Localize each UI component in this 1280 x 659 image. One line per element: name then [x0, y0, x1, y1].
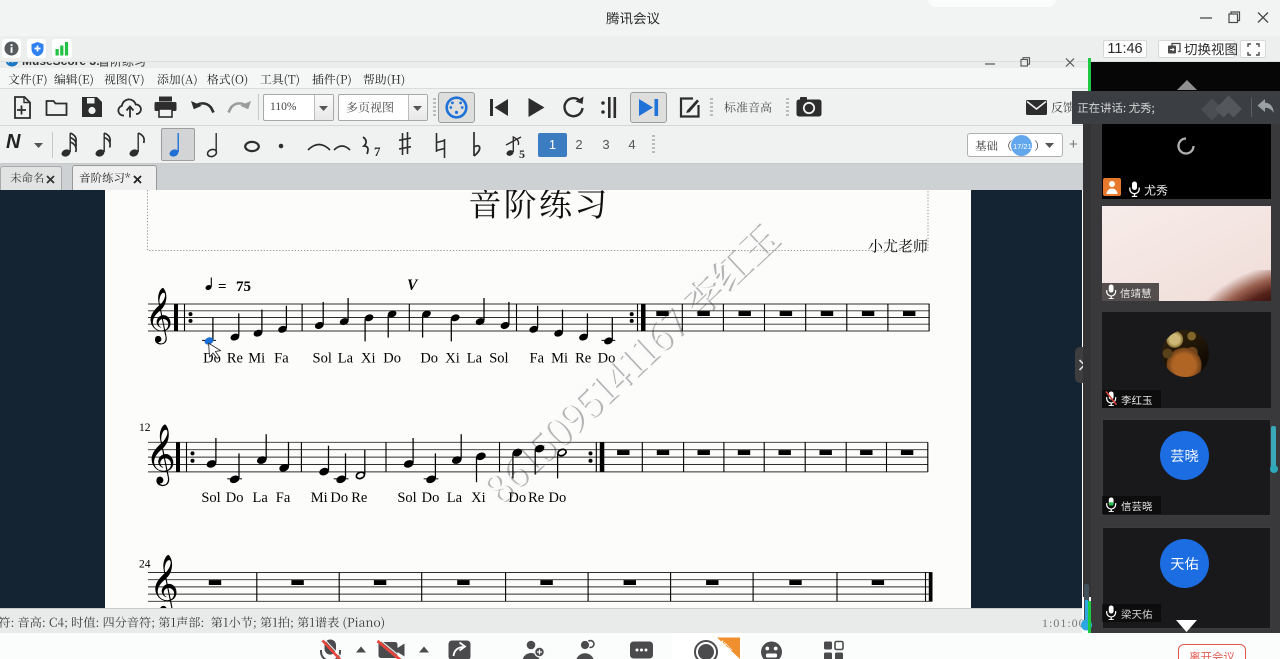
svg-text:Fa: Fa	[530, 351, 545, 367]
svg-text:V: V	[407, 277, 419, 294]
svg-text:La: La	[447, 490, 463, 506]
svg-text:Mi: Mi	[551, 351, 568, 367]
svg-text:Do: Do	[598, 351, 616, 367]
svg-text:Do: Do	[422, 490, 440, 506]
svg-text:Do: Do	[226, 490, 244, 506]
svg-text:24: 24	[139, 559, 151, 571]
svg-text:Do: Do	[549, 490, 567, 506]
svg-text:Mi: Mi	[248, 351, 265, 367]
svg-text:Do: Do	[508, 490, 526, 506]
svg-text:Do: Do	[420, 351, 438, 367]
svg-text:75: 75	[236, 279, 251, 295]
svg-text:La: La	[467, 351, 483, 367]
svg-text:Fa: Fa	[276, 490, 291, 506]
svg-text:Sol: Sol	[313, 351, 332, 367]
svg-text:Sol: Sol	[201, 490, 220, 506]
svg-text:Mi: Mi	[311, 490, 328, 506]
svg-text:Do: Do	[383, 351, 401, 367]
svg-text:La: La	[253, 490, 269, 506]
svg-text:Re: Re	[528, 490, 544, 506]
svg-text:=: =	[218, 279, 227, 295]
svg-text:Xi: Xi	[445, 351, 460, 367]
svg-text:Xi: Xi	[361, 351, 376, 367]
svg-text:Fa: Fa	[274, 351, 289, 367]
svg-text:5: 5	[519, 147, 525, 159]
svg-text:Re: Re	[227, 351, 243, 367]
svg-text:Xi: Xi	[471, 490, 486, 506]
svg-text:Sol: Sol	[397, 490, 416, 506]
svg-text:Re: Re	[351, 490, 367, 506]
svg-text:Re: Re	[575, 351, 591, 367]
svg-text:La: La	[338, 351, 354, 367]
svg-text:Do: Do	[330, 490, 348, 506]
svg-text:7: 7	[374, 144, 381, 159]
svg-text:Sol: Sol	[489, 351, 508, 367]
svg-text:12: 12	[139, 422, 151, 434]
